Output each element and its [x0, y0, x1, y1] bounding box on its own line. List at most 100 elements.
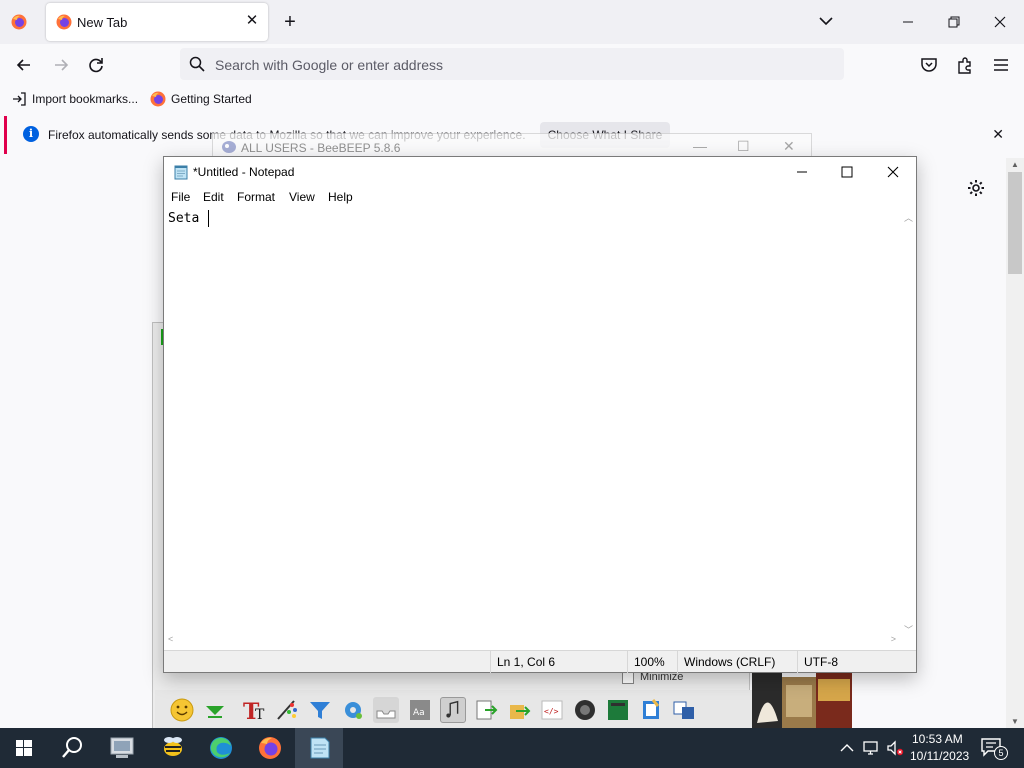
notepad-text-area[interactable]: Seta — [164, 207, 900, 640]
menu-help[interactable]: Help — [328, 190, 353, 204]
bookmark-import-label: Import bookmarks... — [32, 92, 139, 106]
firefox-restore-icon[interactable] — [944, 12, 964, 32]
taskbar-clock-time[interactable]: 10:53 AM — [912, 732, 963, 746]
taskbar-clock-date[interactable]: 10/11/2023 — [910, 749, 969, 763]
menu-format[interactable]: Format — [237, 190, 275, 204]
beebeep-close-icon[interactable]: ✕ — [783, 138, 795, 155]
list-all-tabs-chevron-icon[interactable] — [817, 12, 835, 30]
notepad-window[interactable]: *Untitled - Notepad File Edit Format Vie… — [163, 156, 917, 673]
windows-taskbar: 10:53 AM 10/11/2023 5 — [0, 728, 1024, 768]
beebeep-window-title: ALL USERS - BeeBEEP 5.8.6 — [241, 141, 401, 155]
firefox-tab-strip: New Tab ✕ + — [0, 0, 1024, 44]
svg-text:</>: </> — [544, 707, 559, 716]
firefox-vertical-scrollbar[interactable]: ▲ ▼ — [1006, 158, 1024, 728]
search-icon[interactable] — [48, 728, 96, 768]
show-hidden-icons-chevron-icon[interactable] — [838, 739, 856, 757]
forward-arrow-icon[interactable] — [50, 54, 72, 76]
notepad-status-bar: Ln 1, Col 6 100% Windows (CRLF) UTF-8 — [164, 650, 916, 673]
notepad-vertical-scrollbar[interactable]: ︿ ﹀ — [900, 207, 916, 640]
scroll-down-arrow-icon[interactable]: ﹀ — [904, 623, 913, 636]
remote-desktop-app-icon[interactable] — [98, 728, 146, 768]
scroll-up-arrow-icon[interactable]: ▲ — [1011, 160, 1019, 169]
start-windows-icon[interactable] — [0, 728, 48, 768]
reload-icon[interactable] — [85, 54, 107, 76]
scroll-up-arrow-icon[interactable]: ︿ — [904, 211, 913, 224]
inbox-icon[interactable] — [373, 697, 399, 723]
menu-view[interactable]: View — [289, 190, 315, 204]
notepad-app-icon — [174, 165, 188, 180]
notepad-titlebar[interactable]: *Untitled - Notepad — [164, 157, 916, 187]
svg-text:Aa: Aa — [413, 708, 425, 718]
edge-browser-icon[interactable] — [197, 728, 245, 768]
firefox-close-icon[interactable] — [990, 12, 1010, 32]
text-format-icon[interactable]: TT — [241, 697, 267, 723]
settings-gear-icon[interactable] — [966, 178, 986, 198]
bookmark-getting-started-label: Getting Started — [171, 92, 252, 106]
settings-cog-icon[interactable] — [340, 697, 366, 723]
tab-new-tab[interactable]: New Tab ✕ — [46, 3, 268, 41]
info-icon: i — [23, 126, 39, 142]
scroll-down-arrow-icon[interactable]: ▼ — [1011, 717, 1019, 726]
firefox-favicon-icon — [56, 14, 72, 30]
hamburger-menu-icon[interactable] — [990, 54, 1012, 76]
svg-text:T: T — [255, 707, 265, 723]
status-encoding: UTF-8 — [797, 651, 916, 673]
background-app-toolbar: TT Aa </> — [155, 690, 755, 730]
status-cursor-position: Ln 1, Col 6 — [490, 651, 622, 673]
status-zoom: 100% — [627, 651, 679, 673]
notepad-horizontal-scrollbar[interactable]: < > — [164, 632, 900, 648]
menu-edit[interactable]: Edit — [203, 190, 224, 204]
camera-icon[interactable] — [572, 697, 598, 723]
menu-file[interactable]: File — [171, 190, 190, 204]
volume-muted-icon[interactable] — [886, 739, 904, 757]
address-bar-placeholder: Search with Google or enter address — [215, 57, 444, 73]
send-file-icon[interactable] — [506, 697, 532, 723]
font-icon[interactable]: Aa — [407, 697, 433, 723]
tab-close-icon[interactable]: ✕ — [244, 13, 260, 29]
spreadsheet-icon[interactable] — [605, 697, 631, 723]
notepad-minimize-icon[interactable] — [779, 157, 825, 187]
text-caret — [208, 210, 209, 227]
extensions-puzzle-icon[interactable] — [954, 54, 976, 76]
music-note-icon[interactable] — [440, 697, 466, 723]
firefox-minimize-icon[interactable] — [898, 12, 918, 32]
notice-close-icon[interactable]: ✕ — [992, 126, 1004, 143]
checkbox-box[interactable] — [622, 672, 634, 684]
export-icon[interactable] — [473, 697, 499, 723]
firefox-taskbar-icon[interactable] — [246, 728, 294, 768]
import-icon — [13, 92, 26, 106]
address-bar[interactable]: Search with Google or enter address — [180, 48, 844, 80]
beebeep-minimize-icon[interactable]: — — [693, 138, 707, 154]
bookmarks-toolbar: Import bookmarks... Getting Started — [0, 86, 1024, 112]
notepad-window-title: *Untitled - Notepad — [193, 165, 295, 179]
smiley-icon[interactable] — [169, 697, 195, 723]
pocket-icon[interactable] — [918, 54, 940, 76]
notes-icon[interactable] — [638, 697, 664, 723]
scrollbar-thumb[interactable] — [1008, 172, 1022, 274]
beebeep-app-icon — [222, 141, 236, 153]
notepad-taskbar-icon[interactable] — [295, 728, 343, 768]
green-down-arrow-icon[interactable] — [202, 697, 228, 723]
notepad-menu-bar: File Edit Format View Help — [164, 187, 916, 207]
beebeep-maximize-icon[interactable]: ☐ — [737, 138, 750, 155]
firefox-nav-bar: Search with Google or enter address — [0, 44, 1024, 86]
network-icon[interactable] — [862, 739, 880, 757]
new-tab-plus-icon[interactable]: + — [280, 12, 300, 32]
search-icon — [189, 56, 205, 72]
notepad-close-icon[interactable] — [870, 157, 916, 187]
firefox-favicon-icon — [150, 91, 166, 107]
filter-icon[interactable] — [307, 697, 333, 723]
color-palette-icon[interactable] — [274, 697, 300, 723]
action-center-button[interactable]: 5 — [980, 737, 1008, 760]
beebeep-taskbar-icon[interactable] — [149, 728, 197, 768]
scroll-right-arrow-icon[interactable]: > — [891, 634, 896, 644]
status-line-endings: Windows (CRLF) — [677, 651, 797, 673]
firefox-view-icon[interactable] — [11, 14, 27, 30]
notification-count-badge: 5 — [994, 746, 1008, 760]
notepad-maximize-icon[interactable] — [824, 157, 870, 187]
scroll-left-arrow-icon[interactable]: < — [168, 634, 173, 644]
network-share-icon[interactable] — [671, 697, 697, 723]
back-arrow-icon[interactable] — [13, 54, 35, 76]
tab-title: New Tab — [77, 15, 128, 30]
html-code-icon[interactable]: </> — [539, 697, 565, 723]
